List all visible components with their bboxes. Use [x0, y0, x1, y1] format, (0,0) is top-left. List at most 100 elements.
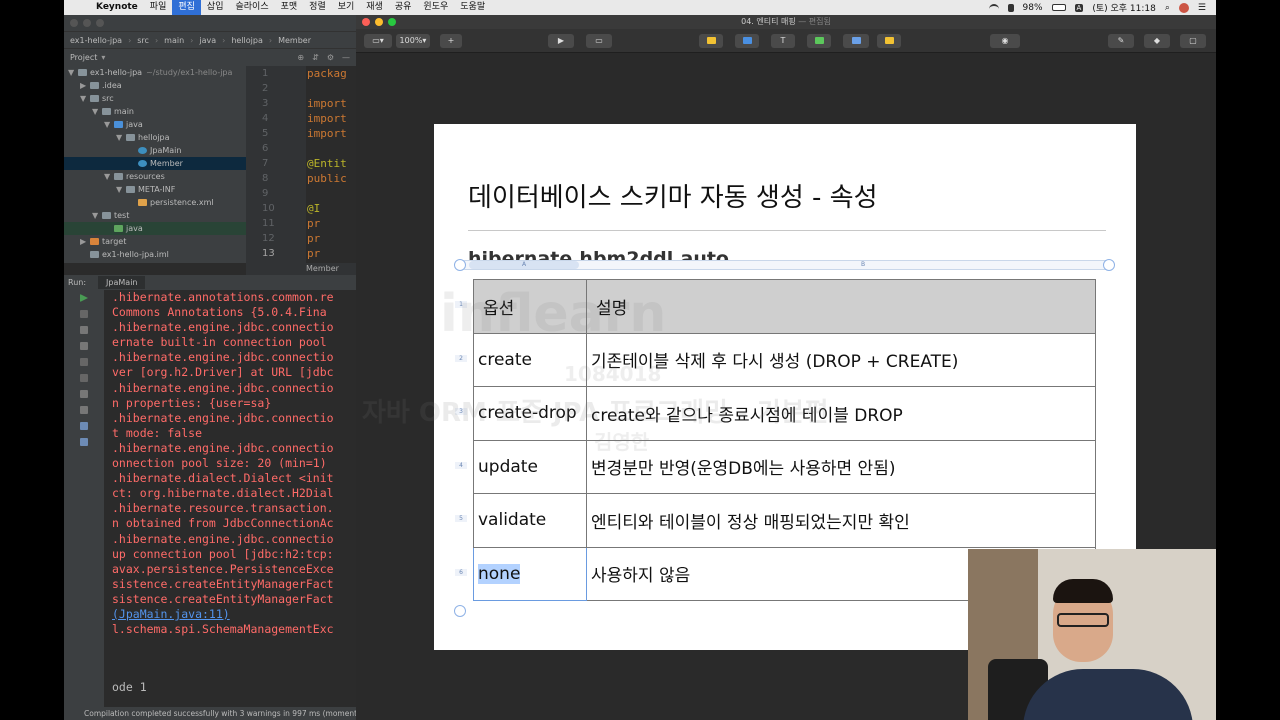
tree-item[interactable]: ▶ target	[64, 235, 246, 248]
close-window-icon[interactable]	[362, 18, 370, 26]
menu-item[interactable]: 윈도우	[417, 0, 454, 15]
print-icon[interactable]	[64, 386, 104, 402]
run-tab-jpamain[interactable]: JpaMain	[98, 276, 146, 289]
table-handle-left[interactable]	[454, 259, 466, 271]
camera-icon[interactable]	[64, 354, 104, 370]
menu-item[interactable]: 정렬	[303, 0, 332, 15]
exit-icon[interactable]	[64, 370, 104, 386]
media-button[interactable]	[843, 34, 869, 48]
header-cell[interactable]: 설명	[586, 279, 1096, 334]
breadcrumb-item[interactable]: src	[137, 36, 149, 45]
pin-tab-button[interactable]	[64, 338, 104, 354]
tree-item[interactable]: ▼ java	[64, 118, 246, 131]
text-button[interactable]: T	[771, 34, 795, 48]
tree-item[interactable]: ▼ main	[64, 105, 246, 118]
project-view-selector[interactable]: Project	[70, 53, 97, 62]
tree-item[interactable]: ▼ resources	[64, 170, 246, 183]
menu-item[interactable]: 삽입	[201, 0, 230, 15]
tree-item[interactable]: persistence.xml	[64, 196, 246, 209]
tree-item[interactable]: java	[64, 222, 246, 235]
restore-layout-button[interactable]	[64, 322, 104, 338]
code-line[interactable]: public	[306, 171, 356, 186]
table-column-bar[interactable]: A B	[460, 260, 1113, 270]
option-cell[interactable]: update	[473, 439, 587, 494]
user-avatar-icon[interactable]	[1178, 2, 1189, 13]
chevron-right-icon[interactable]: ▶	[80, 235, 90, 248]
stop-button[interactable]	[64, 306, 104, 322]
format-button[interactable]: ✎	[1108, 34, 1134, 48]
chevron-down-icon[interactable]: ▼	[116, 131, 126, 144]
menu-item[interactable]: 공유	[389, 0, 418, 15]
breadcrumb-item[interactable]: main	[164, 36, 184, 45]
volume-icon[interactable]	[1007, 3, 1014, 12]
tree-item[interactable]: ex1-hello-jpa.iml	[64, 248, 246, 261]
keynote-live-button[interactable]: ▭	[586, 34, 612, 48]
shape-button[interactable]	[807, 34, 831, 48]
header-cell[interactable]: 옵션	[473, 279, 587, 334]
breadcrumb-item[interactable]: java	[199, 36, 216, 45]
tree-item[interactable]: ▶ .idea	[64, 79, 246, 92]
document-button[interactable]: ▢	[1180, 34, 1206, 48]
description-cell[interactable]: 변경분만 반영(운영DB에는 사용하면 안됨)	[586, 439, 1096, 494]
editor-breadcrumb-member[interactable]: Member	[246, 263, 356, 275]
tree-item[interactable]: ▼ src	[64, 92, 246, 105]
code-line[interactable]	[306, 81, 356, 96]
option-cell[interactable]: none	[473, 546, 587, 601]
row-number[interactable]: 3	[455, 408, 467, 415]
collapse-icon[interactable]: ⇵	[312, 53, 319, 62]
add-slide-button[interactable]: +	[440, 34, 462, 48]
animate-button[interactable]: ◆	[1144, 34, 1170, 48]
menu-item[interactable]: 재생	[360, 0, 389, 15]
collaborate-button[interactable]: ◉	[990, 34, 1020, 48]
code-line[interactable]: import	[306, 126, 356, 141]
description-cell[interactable]: create와 같으나 종료시점에 테이블 DROP	[586, 386, 1096, 441]
chevron-down-icon[interactable]: ▼	[68, 66, 78, 79]
breadcrumb-item[interactable]: ex1-hello-jpa	[70, 36, 122, 45]
row-number[interactable]: 6	[455, 568, 467, 576]
comment-button[interactable]	[877, 34, 901, 48]
pin-icon[interactable]	[64, 434, 104, 450]
row-number[interactable]: 1	[455, 301, 467, 308]
layout-icon[interactable]	[64, 418, 104, 434]
gear-icon[interactable]: ⚙	[327, 53, 334, 62]
minimize-window-icon[interactable]	[375, 18, 383, 26]
table-handle-right[interactable]	[1103, 259, 1115, 271]
app-menu[interactable]: Keynote	[90, 0, 144, 15]
close-window-icon[interactable]	[70, 19, 78, 27]
chevron-down-icon[interactable]: ▼	[104, 118, 114, 131]
locate-icon[interactable]: ⊕	[297, 53, 304, 62]
chart-button[interactable]	[735, 34, 759, 48]
code-line[interactable]: pr	[306, 216, 356, 231]
clock[interactable]: (토) 오후 11:18	[1092, 1, 1156, 14]
table-button[interactable]	[699, 34, 723, 48]
tree-item[interactable]: ▼ ex1-hello-jpa ~/study/ex1-hello-jpa	[64, 66, 246, 79]
chevron-right-icon[interactable]: ▶	[80, 79, 90, 92]
zoom-window-icon[interactable]	[388, 18, 396, 26]
tree-item[interactable]: ▼ hellojpa	[64, 131, 246, 144]
code-line[interactable]	[306, 141, 356, 156]
minimize-window-icon[interactable]	[83, 19, 91, 27]
chevron-down-icon[interactable]: ▼	[92, 209, 102, 222]
tree-item[interactable]: Member	[64, 157, 246, 170]
column-a-header[interactable]: A	[469, 261, 579, 269]
menu-item[interactable]: 포맷	[275, 0, 304, 15]
view-button[interactable]: ▭▾	[364, 34, 392, 48]
code-line[interactable]: @Entit	[306, 156, 356, 171]
code-line[interactable]	[306, 186, 356, 201]
run-console[interactable]: .hibernate.annotations.common.re Commons…	[104, 290, 356, 710]
menu-item[interactable]: 도움말	[454, 0, 491, 15]
menu-item[interactable]: 슬라이스	[229, 0, 274, 15]
table-handle-bottom[interactable]	[454, 605, 466, 617]
option-cell[interactable]: create	[473, 332, 587, 387]
column-b-header[interactable]: B	[861, 261, 865, 269]
breadcrumb-item[interactable]: hellojpa	[231, 36, 263, 45]
code-line[interactable]: import	[306, 111, 356, 126]
input-source-icon[interactable]: A	[1074, 3, 1084, 12]
code-line[interactable]: packag	[306, 66, 356, 81]
tree-item[interactable]: JpaMain	[64, 144, 246, 157]
tree-item[interactable]: ▼ META-INF	[64, 183, 246, 196]
description-cell[interactable]: 기존테이블 삭제 후 다시 생성 (DROP + CREATE)	[586, 332, 1096, 387]
wifi-icon[interactable]	[988, 3, 999, 12]
slide-title[interactable]: 데이터베이스 스키마 자동 생성 - 속성	[468, 177, 878, 214]
description-cell[interactable]: 엔티티와 테이블이 정상 매핑되었는지만 확인	[586, 493, 1096, 548]
